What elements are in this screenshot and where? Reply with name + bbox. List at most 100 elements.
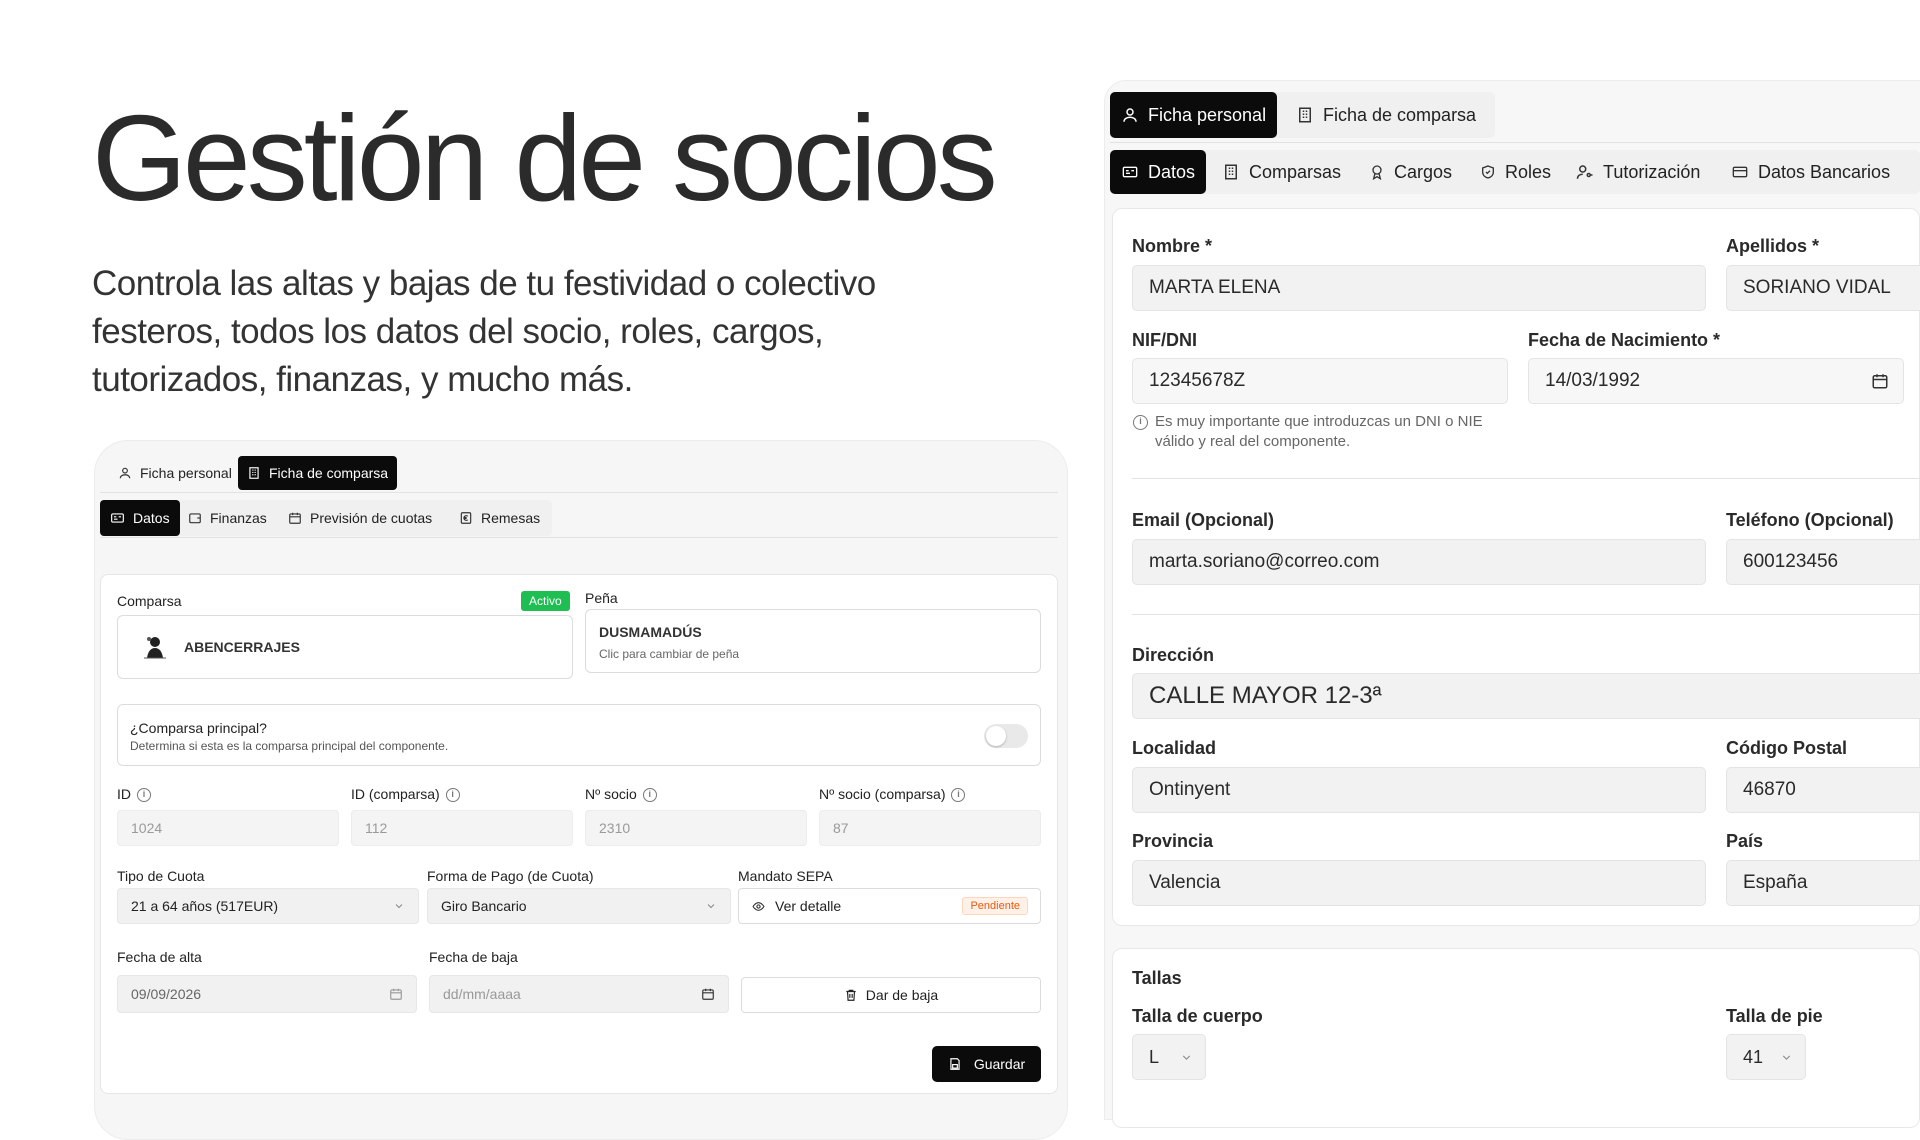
select-value: L <box>1149 1046 1160 1067</box>
pais-label: País <box>1726 831 1764 851</box>
fecha-baja-field[interactable]: dd/mm/aaaa <box>429 975 729 1013</box>
talla-pie-select[interactable]: 41 <box>1726 1034 1806 1080</box>
ver-detalle: Ver detalle <box>751 898 841 914</box>
building-icon <box>1296 106 1314 124</box>
chevron-down-icon <box>1180 1051 1193 1064</box>
comparsa-principal-row: ¿Comparsa principal? Determina si esta e… <box>117 704 1041 766</box>
action-text: Ver detalle <box>775 898 842 914</box>
tipo-cuota-label: Tipo de Cuota <box>117 868 205 884</box>
tab-label: Tutorización <box>1603 161 1701 182</box>
cp-input[interactable]: 46870 <box>1726 767 1920 813</box>
building-icon <box>247 466 261 480</box>
nif-input[interactable]: 12345678Z <box>1132 358 1508 404</box>
tab-prevision-cuotas[interactable]: Previsión de cuotas <box>288 500 432 536</box>
tab-ficha-personal[interactable]: Ficha personal <box>110 456 240 490</box>
label-text: ID (comparsa) <box>351 786 440 802</box>
tab-label: Previsión de cuotas <box>310 510 433 526</box>
email-input[interactable]: marta.soriano@correo.com <box>1132 539 1706 585</box>
info-icon: i <box>642 788 657 803</box>
comparsa-label: Comparsa <box>117 593 182 609</box>
pais-input[interactable]: España <box>1726 860 1920 906</box>
credit-card-icon <box>1731 164 1749 180</box>
button-label: Guardar <box>973 1056 1026 1072</box>
help-text: Es muy importante que introduzcas un DNI… <box>1155 413 1483 450</box>
date-value: 09/09/2026 <box>131 986 202 1002</box>
tallas-title: Tallas <box>1132 968 1182 988</box>
chevron-down-icon <box>393 900 405 912</box>
provincia-input[interactable]: Valencia <box>1132 860 1706 906</box>
nombre-input[interactable]: MARTA ELENA <box>1132 265 1706 311</box>
tab-roles[interactable]: Roles <box>1480 150 1551 194</box>
dar-baja-button[interactable]: Dar de baja <box>741 977 1041 1013</box>
guardar-button[interactable]: Guardar <box>932 1046 1041 1082</box>
comparsa-selector[interactable]: ABENCERRAJES <box>117 615 573 679</box>
divider <box>100 492 1058 493</box>
id-label: ID i <box>117 786 151 803</box>
fecha-baja-label: Fecha de baja <box>429 949 518 965</box>
label-text: Nº socio <box>585 786 637 802</box>
tab-finanzas[interactable]: Finanzas <box>188 500 267 536</box>
talla-cuerpo-select[interactable]: L <box>1132 1034 1206 1080</box>
id-comparsa-field: 112 <box>351 810 573 846</box>
select-value: 41 <box>1743 1046 1764 1067</box>
principal-toggle[interactable] <box>984 724 1028 748</box>
email-label: Email (Opcional) <box>1132 510 1275 530</box>
user-key-icon <box>1576 163 1594 181</box>
tipo-cuota-select[interactable]: 21 a 64 años (517EUR) <box>117 888 419 924</box>
chevron-down-icon <box>1780 1051 1793 1064</box>
nacimiento-input[interactable]: 14/03/1992 <box>1528 358 1904 404</box>
tab-datos-bancarios[interactable]: Datos Bancarios <box>1731 150 1890 194</box>
date-placeholder: dd/mm/aaaa <box>443 986 521 1002</box>
tab-tutorizacion[interactable]: Tutorización <box>1576 150 1700 194</box>
mandato-sepa-button[interactable]: Ver detalle Pendiente <box>738 888 1041 924</box>
tab-ficha-personal[interactable]: Ficha personal <box>1110 92 1278 138</box>
info-icon: i <box>137 788 151 803</box>
tab-label: Roles <box>1505 161 1552 182</box>
tab-label: Datos Bancarios <box>1758 161 1891 182</box>
principal-desc: Determina si esta es la comparsa princip… <box>130 739 449 753</box>
tab-comparsas[interactable]: Comparsas <box>1222 150 1341 194</box>
calendar-icon <box>701 987 715 1001</box>
toggle-knob <box>986 726 1006 746</box>
page-subtitle: Controla las altas y bajas de tu festivi… <box>92 264 876 399</box>
wallet-icon <box>188 511 202 525</box>
eye-icon <box>751 900 766 913</box>
tab-datos[interactable]: Datos <box>100 500 180 536</box>
tab-remesas[interactable]: Remesas <box>459 500 540 536</box>
tab-cargos[interactable]: Cargos <box>1369 150 1452 194</box>
fecha-alta-field[interactable]: 09/09/2026 <box>117 975 417 1013</box>
forma-pago-select[interactable]: Giro Bancario <box>427 888 731 924</box>
building-icon <box>1222 163 1240 181</box>
shield-icon <box>1480 163 1496 181</box>
direccion-input[interactable]: CALLE MAYOR 12-3ª <box>1132 673 1920 719</box>
localidad-input[interactable]: Ontinyent <box>1132 767 1706 813</box>
principal-title: ¿Comparsa principal? <box>130 720 267 736</box>
num-socio-comparsa-label: Nº socio (comparsa) i <box>819 786 966 803</box>
tab-label: Comparsas <box>1249 161 1342 182</box>
pena-label: Peña <box>585 590 618 606</box>
divider <box>1110 142 1920 143</box>
tab-label: Finanzas <box>210 510 267 526</box>
nif-help: i Es muy importante que introduzcas un D… <box>1133 412 1513 452</box>
num-socio-field: 2310 <box>585 810 807 846</box>
tab-ficha-comparsa[interactable]: Ficha de comparsa <box>1296 92 1476 138</box>
provincia-label: Provincia <box>1132 831 1214 851</box>
pena-name: DUSMAMADÚS <box>599 624 702 640</box>
apellidos-input[interactable]: SORIANO VIDAL <box>1726 265 1920 311</box>
mandato-sepa-label: Mandato SEPA <box>738 868 833 884</box>
apellidos-label: Apellidos * <box>1726 236 1820 256</box>
tab-ficha-comparsa[interactable]: Ficha de comparsa <box>238 456 398 490</box>
tab-label: Datos <box>133 510 170 526</box>
telefono-input[interactable]: 600123456 <box>1726 539 1920 585</box>
pena-selector[interactable]: DUSMAMADÚS Clic para cambiar de peña <box>585 609 1041 673</box>
tab-datos[interactable]: Datos <box>1110 150 1207 194</box>
user-icon <box>118 466 132 480</box>
status-badge: Activo <box>521 591 570 611</box>
talla-cuerpo-label: Talla de cuerpo <box>1132 1006 1263 1026</box>
tab-label: Ficha de comparsa <box>269 465 389 481</box>
award-icon <box>1369 163 1385 181</box>
nombre-label: Nombre * <box>1132 236 1213 256</box>
divider <box>1132 614 1920 615</box>
user-icon <box>1121 106 1139 124</box>
nif-label: NIF/DNI <box>1132 330 1197 350</box>
